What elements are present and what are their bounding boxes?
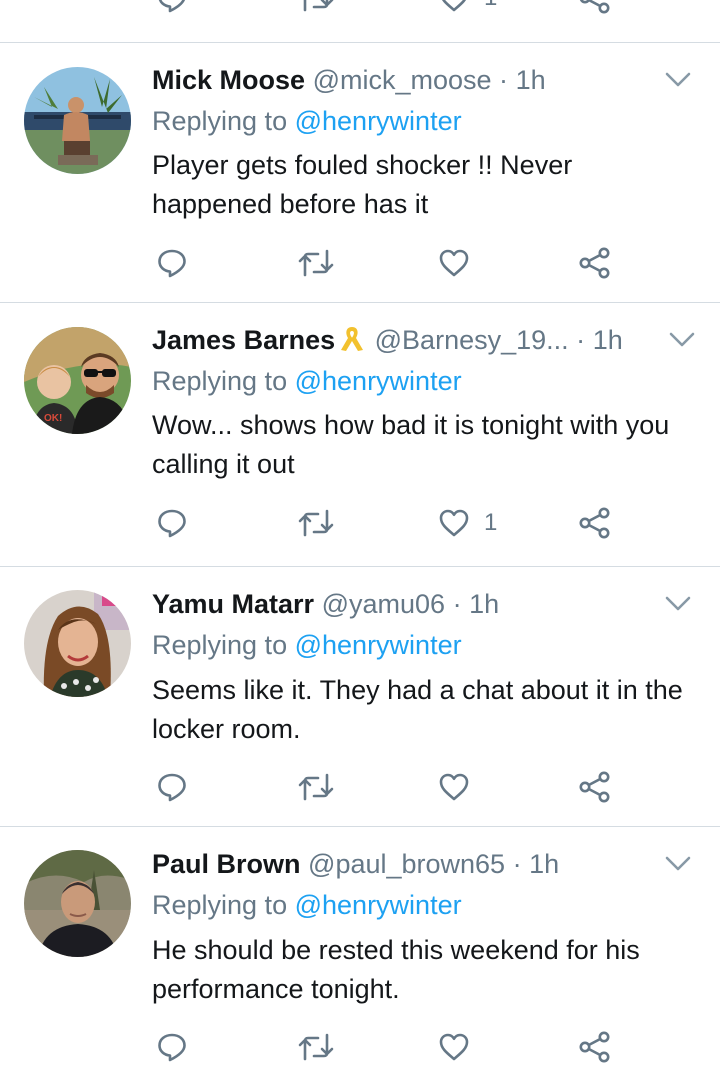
share-button[interactable] <box>578 503 612 543</box>
timestamp[interactable]: 1h <box>469 589 499 619</box>
avatar[interactable] <box>24 67 131 174</box>
display-name[interactable]: Paul Brown <box>152 849 301 879</box>
user-handle[interactable]: @Barnesy_19... <box>375 325 569 355</box>
separator: · <box>512 849 522 879</box>
like-count: 1 <box>484 509 498 536</box>
reply-icon <box>158 773 186 802</box>
caret-down-icon[interactable] <box>664 595 692 613</box>
reply-button[interactable] <box>156 0 188 18</box>
reply-icon <box>158 1033 186 1062</box>
reply-icon <box>158 249 186 278</box>
replying-to: Replying to @henrywinter <box>152 888 462 922</box>
separator: · <box>452 589 462 619</box>
retweet-icon <box>298 773 334 801</box>
tweet-reply[interactable]: Mick Moose @mick_moose · 1h Replying to … <box>0 43 720 307</box>
retweet-icon <box>298 249 334 277</box>
tweet-reply[interactable]: Paul Brown @paul_brown65 · 1h Replying t… <box>0 823 720 1087</box>
tweet-actions <box>0 767 720 807</box>
like-icon <box>439 249 469 277</box>
retweet-button[interactable] <box>298 767 334 807</box>
avatar[interactable] <box>24 590 131 697</box>
tweet-text: Seems like it. They had a chat about it … <box>152 675 683 744</box>
reply-button[interactable] <box>156 767 188 807</box>
retweet-button[interactable] <box>298 0 334 18</box>
svg-text:OK!: OK! <box>44 413 62 424</box>
like-icon <box>439 509 469 537</box>
share-button[interactable] <box>578 1027 612 1067</box>
reply-button[interactable] <box>156 243 188 283</box>
display-name[interactable]: Mick Moose <box>152 65 305 95</box>
caret-down-icon[interactable] <box>664 71 692 89</box>
tweet-text: He should be rested this weekend for his… <box>152 935 640 1004</box>
share-button[interactable] <box>578 243 612 283</box>
tweet-actions: 1 <box>0 503 720 543</box>
tweet-reply[interactable]: Yamu Matarr @yamu06 · 1h Replying to @he… <box>0 563 720 827</box>
mention-link[interactable]: @henrywinter <box>295 366 462 396</box>
mention-link[interactable]: @henrywinter <box>295 890 462 920</box>
tweet-header: Yamu Matarr @yamu06 · 1h <box>152 587 682 621</box>
timestamp[interactable]: 1h <box>593 325 623 355</box>
separator: · <box>576 325 586 355</box>
reply-icon <box>158 0 186 13</box>
avatar[interactable]: OK! <box>24 327 131 434</box>
like-button[interactable] <box>438 243 484 283</box>
replying-label: Replying to <box>152 630 288 660</box>
share-icon <box>579 771 610 803</box>
user-handle[interactable]: @yamu06 <box>322 589 445 619</box>
share-button[interactable] <box>578 767 612 807</box>
retweet-button[interactable] <box>298 503 334 543</box>
avatar[interactable] <box>24 850 131 957</box>
caret-down-icon[interactable] <box>664 855 692 873</box>
replying-label: Replying to <box>152 890 288 920</box>
retweet-button[interactable] <box>298 1027 334 1067</box>
like-button[interactable]: 1 <box>438 0 497 18</box>
share-button[interactable] <box>578 0 612 18</box>
like-icon <box>439 1033 469 1061</box>
tweet-header: Mick Moose @mick_moose · 1h <box>152 63 682 97</box>
mention-link[interactable]: @henrywinter <box>295 106 462 136</box>
replying-to: Replying to @henrywinter <box>152 364 462 398</box>
like-icon <box>439 773 469 801</box>
reply-icon <box>158 509 186 538</box>
like-button[interactable]: 1 <box>438 503 497 543</box>
retweet-icon <box>298 509 334 537</box>
timestamp[interactable]: 1h <box>516 65 546 95</box>
share-icon <box>579 1031 610 1063</box>
retweet-button[interactable] <box>298 243 334 283</box>
share-icon <box>579 247 610 279</box>
like-button[interactable] <box>438 767 484 807</box>
retweet-icon <box>303 0 334 12</box>
tweet-text: Player gets fouled shocker !! Never happ… <box>152 150 573 219</box>
yellow-ribbon-icon <box>341 327 364 351</box>
timestamp[interactable]: 1h <box>529 849 559 879</box>
user-handle[interactable]: @mick_moose <box>313 65 492 95</box>
retweet-icon <box>298 1033 334 1061</box>
display-name[interactable]: Yamu Matarr <box>152 589 314 619</box>
caret-down-icon[interactable] <box>668 331 696 349</box>
previous-tweet-actions: 1 <box>0 0 720 18</box>
separator: · <box>499 65 509 95</box>
replying-to: Replying to @henrywinter <box>152 104 462 138</box>
tweet-actions <box>0 243 720 283</box>
share-icon <box>579 507 610 539</box>
like-icon <box>441 0 467 12</box>
like-count: 1 <box>484 0 497 12</box>
replying-to: Replying to @henrywinter <box>152 628 462 662</box>
reply-button[interactable] <box>156 1027 188 1067</box>
tweet-reply[interactable]: OK! James Barnes @Barnesy_19... · 1h Rep… <box>0 303 720 567</box>
user-handle[interactable]: @paul_brown65 <box>308 849 505 879</box>
mention-link[interactable]: @henrywinter <box>295 630 462 660</box>
like-button[interactable] <box>438 1027 484 1067</box>
tweet-text: Wow... shows how bad it is tonight with … <box>152 410 670 479</box>
tweet-header: Paul Brown @paul_brown65 · 1h <box>152 847 682 881</box>
share-icon <box>579 0 610 14</box>
tweet-header: James Barnes @Barnesy_19... · 1h <box>152 323 682 357</box>
replying-label: Replying to <box>152 106 288 136</box>
replying-label: Replying to <box>152 366 288 396</box>
reply-button[interactable] <box>156 503 188 543</box>
display-name[interactable]: James Barnes <box>152 325 335 355</box>
tweet-actions <box>0 1027 720 1067</box>
